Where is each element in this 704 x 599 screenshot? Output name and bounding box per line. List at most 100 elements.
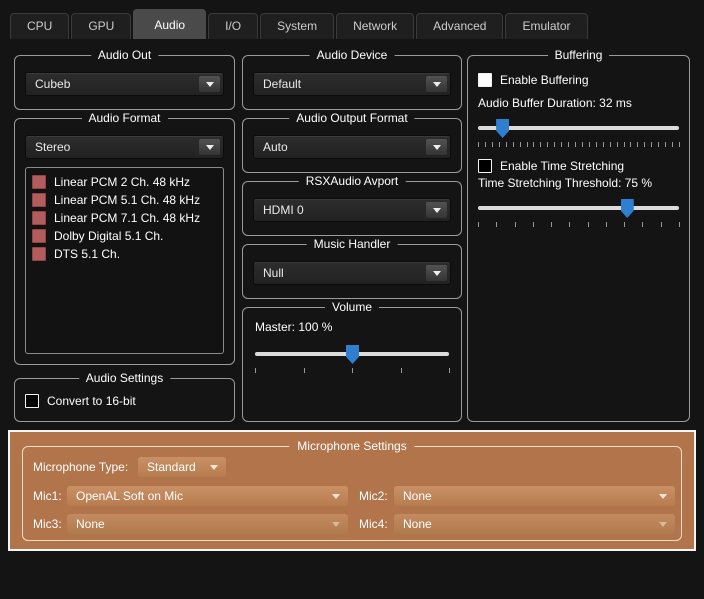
audio-output-format-combobox[interactable]: Auto [253,135,451,159]
rsxaudio-avport-title: RSXAudio Avport [298,174,406,189]
convert-16bit-checkbox[interactable]: Convert to 16-bit [25,393,136,409]
audio-device-group: Audio Device Default [242,48,462,110]
audio-format-value: Stereo [35,140,71,154]
audio-device-value: Default [263,77,302,91]
mic2-combobox[interactable]: None [394,486,675,506]
audio-output-format-value: Auto [263,140,288,154]
mic2-value: None [403,489,432,503]
format-checkbox-icon[interactable] [32,175,46,189]
audio-out-combobox[interactable]: Cubeb [25,72,224,96]
mic1-combobox[interactable]: OpenAL Soft on Mic [67,486,348,506]
chevron-down-icon [332,522,340,527]
microphone-type-label: Microphone Type: [33,460,129,474]
format-label: DTS 5.1 Ch. [54,247,121,261]
format-checkbox-icon[interactable] [32,229,46,243]
checkbox-icon[interactable] [478,159,492,173]
chevron-down-icon [659,522,667,527]
audio-settings-panel: CPU GPU Audio I/O System Network Advance… [0,0,704,599]
music-handler-value: Null [263,266,284,280]
checkbox-icon[interactable] [25,394,39,408]
slider-handle[interactable] [620,199,634,218]
tab-advanced[interactable]: Advanced [416,13,504,39]
audio-output-format-title: Audio Output Format [289,111,415,126]
chevron-down-icon[interactable] [426,265,447,281]
audio-format-list[interactable]: Linear PCM 2 Ch. 48 kHz Linear PCM 5.1 C… [25,167,224,354]
buffering-title: Buffering [547,48,610,63]
master-volume-label: Master: 100 % [255,320,333,334]
time-stretching-threshold-label: Time Stretching Threshold: 75 % [478,176,653,190]
mic3-value: None [76,517,105,531]
buffer-duration-label: Audio Buffer Duration: 32 ms [478,96,632,110]
audio-format-group: Audio Format Stereo Linear PCM 2 Ch. 48 … [14,111,235,365]
mic2-label: Mic2: [359,489,388,503]
tab-emulator[interactable]: Emulator [505,13,588,39]
mic3-combobox[interactable]: None [67,514,348,534]
music-handler-combobox[interactable]: Null [253,261,451,285]
format-label: Dolby Digital 5.1 Ch. [54,229,164,243]
volume-slider-ticks [255,368,450,374]
chevron-down-icon [332,494,340,499]
audio-out-group: Audio Out Cubeb [14,48,235,110]
buffer-duration-slider[interactable] [478,118,679,138]
chevron-down-icon[interactable] [199,76,220,92]
format-list-item[interactable]: Linear PCM 5.1 Ch. 48 kHz [32,191,223,209]
tab-cpu[interactable]: CPU [10,13,70,39]
format-label: Linear PCM 5.1 Ch. 48 kHz [54,193,201,207]
format-list-item[interactable]: Dolby Digital 5.1 Ch. [32,227,223,245]
convert-16bit-label: Convert to 16-bit [47,394,136,408]
format-list-item[interactable]: DTS 5.1 Ch. [32,245,223,263]
microphone-settings-section: Microphone Settings Microphone Type: Sta… [8,430,696,551]
mic3-label: Mic3: [33,517,62,531]
audio-format-combobox[interactable]: Stereo [25,135,224,159]
tab-io[interactable]: I/O [208,13,259,39]
tab-gpu[interactable]: GPU [71,13,132,39]
audio-device-combobox[interactable]: Default [253,72,451,96]
checkbox-icon[interactable] [478,73,492,87]
mic1-value: OpenAL Soft on Mic [76,489,183,503]
volume-title: Volume [324,300,380,315]
format-checkbox-icon[interactable] [32,211,46,225]
format-list-item[interactable]: Linear PCM 2 Ch. 48 kHz [32,173,223,191]
format-label: Linear PCM 7.1 Ch. 48 kHz [54,211,201,225]
microphone-type-value: Standard [147,460,196,474]
enable-time-stretching-checkbox[interactable]: Enable Time Stretching [478,158,624,174]
enable-time-stretching-label: Enable Time Stretching [500,159,625,173]
tab-network[interactable]: Network [336,13,415,39]
mic4-label: Mic4: [359,517,388,531]
buffering-group: Buffering Enable Buffering Audio Buffer … [467,48,690,422]
buffer-duration-ticks [478,142,680,148]
music-handler-title: Music Handler [306,237,398,252]
audio-format-title: Audio Format [81,111,168,126]
audio-output-format-group: Audio Output Format Auto [242,111,462,173]
slider-groove[interactable] [478,206,679,210]
format-list-item[interactable]: Linear PCM 7.1 Ch. 48 kHz [32,209,223,227]
volume-group: Volume Master: 100 % [242,300,462,422]
chevron-down-icon[interactable] [426,76,447,92]
master-volume-slider[interactable] [255,344,449,364]
mic4-combobox[interactable]: None [394,514,675,534]
format-checkbox-icon[interactable] [32,193,46,207]
chevron-down-icon[interactable] [426,202,447,218]
chevron-down-icon [210,465,218,470]
tab-system[interactable]: System [260,13,335,39]
format-checkbox-icon[interactable] [32,247,46,261]
slider-handle[interactable] [496,119,510,138]
chevron-down-icon[interactable] [199,139,220,155]
microphone-type-combobox[interactable]: Standard [138,457,226,477]
enable-buffering-checkbox[interactable]: Enable Buffering [478,72,589,88]
chevron-down-icon [659,494,667,499]
mic1-label: Mic1: [33,489,62,503]
tab-audio[interactable]: Audio [133,9,207,39]
microphone-settings-title: Microphone Settings [289,439,415,453]
rsxaudio-avport-value: HDMI 0 [263,203,304,217]
slider-handle[interactable] [346,345,359,364]
rsxaudio-avport-group: RSXAudio Avport HDMI 0 [242,174,462,236]
mic4-value: None [403,517,432,531]
time-stretching-threshold-slider[interactable] [478,198,679,218]
rsxaudio-avport-combobox[interactable]: HDMI 0 [253,198,451,222]
chevron-down-icon[interactable] [426,139,447,155]
audio-out-value: Cubeb [35,77,71,91]
music-handler-group: Music Handler Null [242,237,462,299]
audio-settings-group: Audio Settings Convert to 16-bit [14,371,235,422]
audio-settings-title: Audio Settings [78,371,171,386]
